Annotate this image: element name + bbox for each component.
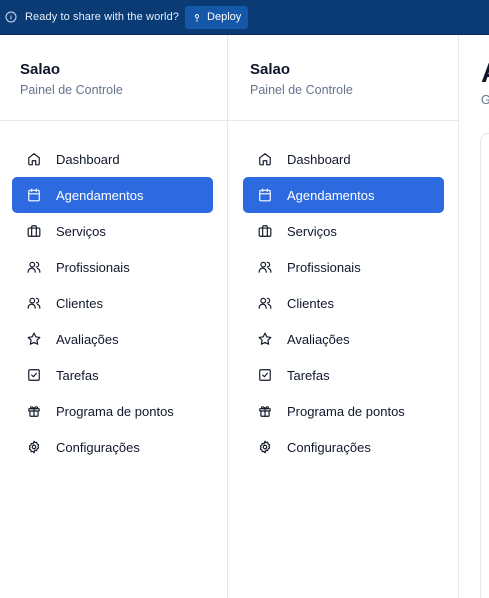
- main-content: A G: [459, 35, 489, 598]
- page-title: A: [481, 57, 489, 89]
- sidebar-item-dashboard[interactable]: Dashboard: [243, 141, 444, 177]
- star-icon: [258, 332, 272, 346]
- sidebar-item-tarefas[interactable]: Tarefas: [243, 357, 444, 393]
- check-square-icon: [27, 368, 41, 382]
- sidebar-item-label: Clientes: [56, 295, 103, 311]
- calendar-icon: [27, 188, 41, 202]
- users-icon: [27, 296, 41, 310]
- gear-icon: [258, 440, 272, 454]
- sidebar-item-label: Avaliações: [287, 331, 350, 347]
- sidebar-item-label: Serviços: [56, 223, 106, 239]
- deploy-icon: [194, 13, 200, 22]
- gift-icon: [258, 404, 272, 418]
- sidebar-item-servicos[interactable]: Serviços: [12, 213, 213, 249]
- users-icon: [27, 260, 41, 274]
- sidebar-item-clientes[interactable]: Clientes: [12, 285, 213, 321]
- sidebar-item-programa-de-pontos[interactable]: Programa de pontos: [243, 393, 444, 429]
- sidebar-item-label: Tarefas: [56, 367, 99, 383]
- sidebar-item-label: Dashboard: [287, 151, 351, 167]
- brand-name: Salao: [20, 61, 61, 78]
- sidebar-item-label: Clientes: [287, 295, 334, 311]
- sidebar-item-agendamentos[interactable]: Agendamentos: [243, 177, 444, 213]
- sidebar-item-label: Serviços: [287, 223, 337, 239]
- sidebar-brand: Salao Painel de Controle: [0, 35, 227, 121]
- home-icon: [258, 152, 272, 166]
- sidebar-item-label: Tarefas: [287, 367, 330, 383]
- users-icon: [258, 260, 272, 274]
- sidebar-item-label: Configurações: [56, 439, 140, 455]
- briefcase-icon: [258, 224, 272, 238]
- sidebar-item-avaliacoes[interactable]: Avaliações: [12, 321, 213, 357]
- sidebar-item-label: Configurações: [287, 439, 371, 455]
- content-card: [480, 133, 489, 598]
- sidebar-item-dashboard[interactable]: Dashboard: [12, 141, 213, 177]
- calendar-icon: [258, 188, 272, 202]
- banner-message: Ready to share with the world?: [25, 11, 180, 23]
- sidebar-item-profissionais[interactable]: Profissionais: [243, 249, 444, 285]
- sidebar: Salao Painel de Controle Dashboard Agend…: [228, 35, 459, 598]
- sidebar-item-label: Agendamentos: [287, 187, 375, 203]
- sidebar-item-label: Programa de pontos: [287, 403, 405, 419]
- sidebar-item-label: Profissionais: [287, 259, 361, 275]
- info-icon: [5, 11, 17, 23]
- gear-icon: [27, 440, 41, 454]
- sidebar-nav: Dashboard Agendamentos Serviços Profissi…: [0, 121, 227, 465]
- deploy-label: Deploy: [207, 11, 242, 23]
- brand-subtitle: Painel de Controle: [250, 83, 353, 97]
- sidebar: Salao Painel de Controle Dashboard Agend…: [0, 35, 228, 598]
- home-icon: [27, 152, 41, 166]
- sidebar-item-label: Programa de pontos: [56, 403, 174, 419]
- sidebar-item-programa-de-pontos[interactable]: Programa de pontos: [12, 393, 213, 429]
- brand-name: Salao: [250, 61, 291, 78]
- briefcase-icon: [27, 224, 41, 238]
- sidebar-item-label: Profissionais: [56, 259, 130, 275]
- gift-icon: [27, 404, 41, 418]
- sidebar-item-servicos[interactable]: Serviços: [243, 213, 444, 249]
- page-subtitle: G: [481, 93, 489, 107]
- sidebar-item-agendamentos[interactable]: Agendamentos: [12, 177, 213, 213]
- check-square-icon: [258, 368, 272, 382]
- sidebar-item-label: Agendamentos: [56, 187, 144, 203]
- sidebar-item-tarefas[interactable]: Tarefas: [12, 357, 213, 393]
- sidebar-item-avaliacoes[interactable]: Avaliações: [243, 321, 444, 357]
- sidebar-item-configuracoes[interactable]: Configurações: [12, 429, 213, 465]
- sidebar-item-label: Avaliações: [56, 331, 119, 347]
- deploy-banner: Ready to share with the world? Deploy: [0, 0, 489, 35]
- brand-subtitle: Painel de Controle: [20, 83, 123, 97]
- sidebar-nav: Dashboard Agendamentos Serviços Profissi…: [228, 121, 458, 465]
- star-icon: [27, 332, 41, 346]
- users-icon: [258, 296, 272, 310]
- sidebar-item-profissionais[interactable]: Profissionais: [12, 249, 213, 285]
- sidebar-brand: Salao Painel de Controle: [228, 35, 458, 121]
- sidebar-item-clientes[interactable]: Clientes: [243, 285, 444, 321]
- sidebar-item-label: Dashboard: [56, 151, 120, 167]
- deploy-button[interactable]: Deploy: [185, 5, 249, 29]
- sidebar-item-configuracoes[interactable]: Configurações: [243, 429, 444, 465]
